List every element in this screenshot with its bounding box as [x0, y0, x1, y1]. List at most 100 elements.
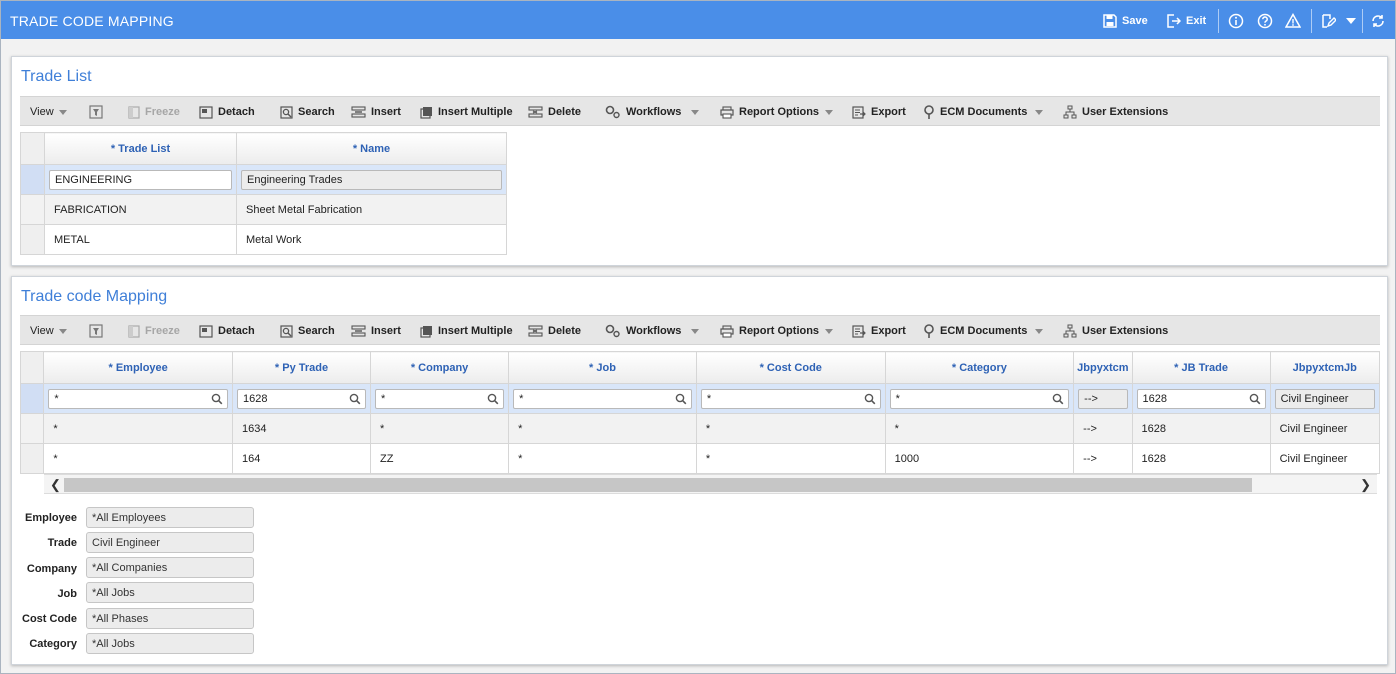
- edit-page-icon[interactable]: [1319, 12, 1337, 30]
- jb-trade-cell[interactable]: 1628: [1131, 443, 1271, 474]
- insert-button[interactable]: Insert: [351, 324, 401, 338]
- jbpyxtcm-cell[interactable]: -->: [1073, 443, 1133, 474]
- detach-button[interactable]: Detach: [199, 324, 255, 338]
- search-icon[interactable]: [211, 393, 223, 405]
- ecm-documents-menu[interactable]: ECM Documents: [923, 324, 1027, 338]
- user-extensions-button[interactable]: User Extensions: [1063, 324, 1168, 338]
- column-header[interactable]: JbpyxtcmJb: [1269, 351, 1380, 384]
- py-trade-input[interactable]: 1628: [236, 388, 366, 409]
- column-header[interactable]: * Cost Code: [695, 351, 886, 384]
- trade-list-cell[interactable]: METAL: [44, 224, 237, 255]
- delete-button[interactable]: Delete: [528, 105, 581, 119]
- scroll-left-icon[interactable]: ❮: [50, 478, 61, 492]
- cost-code-cell[interactable]: *: [695, 413, 886, 444]
- freeze-button[interactable]: Freeze: [128, 105, 180, 119]
- row-selector[interactable]: [20, 443, 45, 474]
- export-button[interactable]: Export: [852, 105, 906, 119]
- column-header[interactable]: Jbpyxtcm: [1073, 351, 1133, 384]
- refresh-icon[interactable]: [1369, 12, 1387, 30]
- search-icon[interactable]: [487, 393, 499, 405]
- row-selector[interactable]: [20, 383, 45, 414]
- trade-list-cell[interactable]: FABRICATION: [44, 194, 237, 225]
- insert-button[interactable]: Insert: [351, 105, 401, 119]
- report-options-menu[interactable]: Report Options: [720, 105, 819, 119]
- table-row[interactable]: FABRICATION Sheet Metal Fabrication: [20, 194, 507, 225]
- export-button[interactable]: Export: [852, 324, 906, 338]
- py-trade-cell[interactable]: 164: [231, 443, 372, 474]
- employee-cell[interactable]: *: [43, 413, 233, 444]
- jb-trade-name-cell[interactable]: Civil Engineer: [1269, 413, 1380, 444]
- jbpyxtcm-cell[interactable]: -->: [1073, 413, 1133, 444]
- employee-cell[interactable]: *: [43, 443, 233, 474]
- row-selector[interactable]: [20, 194, 45, 225]
- category-cell[interactable]: 1000: [884, 443, 1075, 474]
- search-icon[interactable]: [1052, 393, 1064, 405]
- insert-multiple-button[interactable]: Insert Multiple: [420, 324, 513, 338]
- company-cell[interactable]: *: [369, 413, 510, 444]
- search-icon[interactable]: [1249, 393, 1261, 405]
- report-options-menu[interactable]: Report Options: [720, 324, 819, 338]
- search-icon[interactable]: [675, 393, 687, 405]
- detach-button[interactable]: Detach: [199, 105, 255, 119]
- row-selector[interactable]: [20, 413, 45, 444]
- category-cell[interactable]: *: [884, 413, 1075, 444]
- ecm-documents-menu[interactable]: ECM Documents: [923, 105, 1027, 119]
- chevron-down-icon[interactable]: [1035, 329, 1043, 334]
- company-input[interactable]: *: [375, 388, 505, 409]
- column-header[interactable]: * JB Trade: [1131, 351, 1271, 384]
- exit-button[interactable]: Exit: [1166, 12, 1206, 30]
- warning-icon[interactable]: [1284, 12, 1302, 30]
- search-icon[interactable]: [349, 393, 361, 405]
- freeze-button[interactable]: Freeze: [128, 324, 180, 338]
- chevron-down-icon[interactable]: [1035, 110, 1043, 115]
- job-input[interactable]: *: [513, 388, 692, 409]
- table-row[interactable]: * 164 ZZ * * 1000 --> 1628 Civil Enginee…: [20, 443, 1380, 474]
- column-header[interactable]: * Company: [369, 351, 510, 384]
- search-button[interactable]: Search: [280, 105, 335, 119]
- company-cell[interactable]: ZZ: [369, 443, 510, 474]
- workflows-menu[interactable]: Workflows: [605, 105, 681, 119]
- table-row[interactable]: * 1628 * * * * --> 1628 Civil Engineer: [20, 383, 1380, 414]
- help-icon[interactable]: [1256, 12, 1274, 30]
- column-header[interactable]: * Py Trade: [231, 351, 372, 384]
- row-selector[interactable]: [20, 164, 45, 195]
- jb-trade-name-cell[interactable]: Civil Engineer: [1269, 443, 1380, 474]
- py-trade-cell[interactable]: 1634: [231, 413, 372, 444]
- delete-button[interactable]: Delete: [528, 324, 581, 338]
- chevron-down-icon[interactable]: [1342, 12, 1360, 30]
- chevron-down-icon[interactable]: [691, 329, 699, 334]
- view-menu[interactable]: View: [30, 105, 67, 119]
- search-icon[interactable]: [864, 393, 876, 405]
- info-icon[interactable]: [1227, 12, 1245, 30]
- job-cell[interactable]: *: [508, 413, 697, 444]
- column-header[interactable]: * Name: [236, 132, 507, 165]
- user-extensions-button[interactable]: User Extensions: [1063, 105, 1168, 119]
- jb-trade-cell[interactable]: 1628: [1131, 413, 1271, 444]
- scrollbar-thumb[interactable]: [64, 478, 1252, 492]
- chevron-down-icon[interactable]: [825, 329, 833, 334]
- column-header[interactable]: * Category: [884, 351, 1075, 384]
- column-header[interactable]: * Job: [508, 351, 697, 384]
- chevron-down-icon[interactable]: [691, 110, 699, 115]
- trade-name-cell[interactable]: Metal Work: [236, 224, 507, 255]
- table-row[interactable]: ENGINEERING Engineering Trades: [20, 164, 507, 195]
- view-menu[interactable]: View: [30, 324, 67, 338]
- trade-name-cell[interactable]: Sheet Metal Fabrication: [236, 194, 507, 225]
- row-selector[interactable]: [20, 224, 45, 255]
- column-header[interactable]: * Trade List: [44, 132, 237, 165]
- filter-button[interactable]: [89, 105, 108, 119]
- cost-code-cell[interactable]: *: [695, 443, 886, 474]
- trade-list-input[interactable]: ENGINEERING: [49, 169, 232, 190]
- workflows-menu[interactable]: Workflows: [605, 324, 681, 338]
- filter-button[interactable]: [89, 324, 108, 338]
- employee-input[interactable]: *: [48, 388, 228, 409]
- save-button[interactable]: Save: [1103, 12, 1148, 30]
- cost-code-input[interactable]: *: [700, 388, 881, 409]
- table-row[interactable]: * 1634 * * * * --> 1628 Civil Engineer: [20, 413, 1380, 444]
- search-button[interactable]: Search: [280, 324, 335, 338]
- category-input[interactable]: *: [889, 388, 1070, 409]
- insert-multiple-button[interactable]: Insert Multiple: [420, 105, 513, 119]
- job-cell[interactable]: *: [508, 443, 697, 474]
- table-row[interactable]: METAL Metal Work: [20, 224, 507, 255]
- scroll-right-icon[interactable]: ❯: [1360, 478, 1371, 492]
